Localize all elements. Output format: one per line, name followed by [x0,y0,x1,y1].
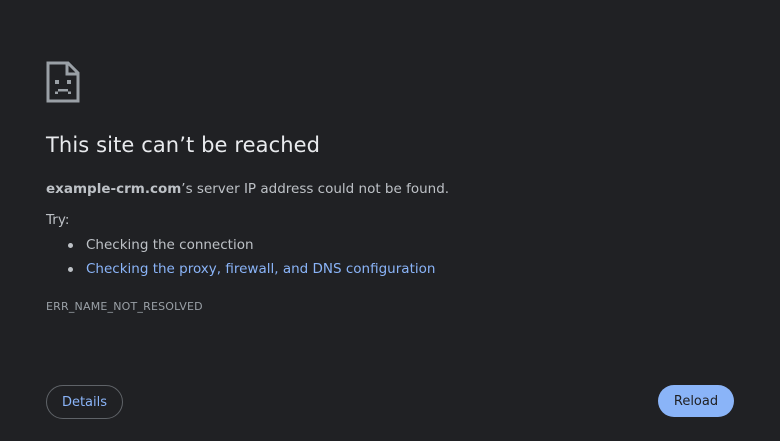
page-title: This site can’t be reached [46,133,321,157]
suggestion-text: Checking the connection [86,237,254,253]
bullet-icon [68,243,73,248]
suggestion-list: Checking the connection Checking the pro… [46,233,435,281]
error-code: ERR_NAME_NOT_RESOLVED [46,300,203,313]
reload-button[interactable]: Reload [658,385,734,417]
bullet-icon [68,267,73,272]
host-name: example-crm.com [46,181,182,197]
suggestion-check-proxy: Checking the proxy, firewall, and DNS co… [46,257,435,281]
error-message: ’s server IP address could not be found. [181,181,450,197]
sad-page-icon [46,61,80,103]
suggestion-check-connection: Checking the connection [46,233,435,257]
error-summary: example-crm.com’s server IP address coul… [46,181,449,197]
proxy-dns-config-link[interactable]: Checking the proxy, firewall, and DNS co… [86,261,435,277]
try-label: Try: [46,212,70,228]
details-button[interactable]: Details [46,385,123,419]
